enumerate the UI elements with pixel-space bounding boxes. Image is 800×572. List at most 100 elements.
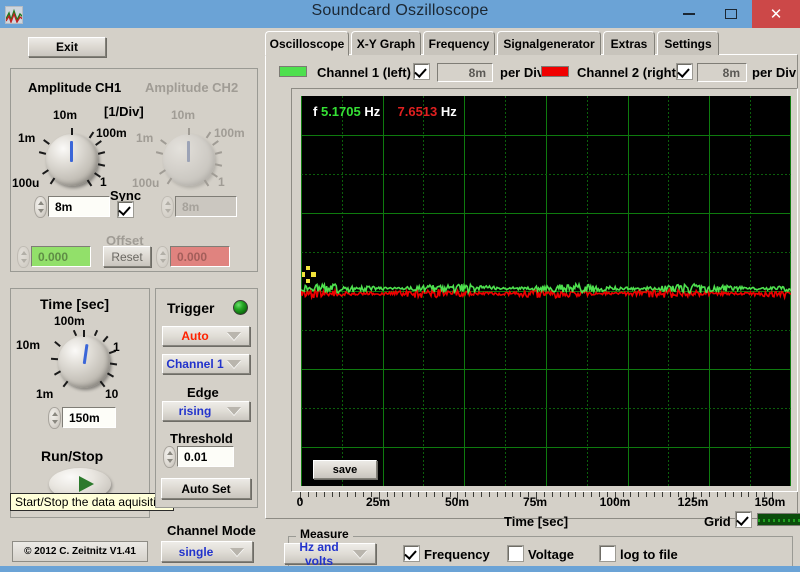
xtick-150m: 150m [754,495,786,509]
amp-ch2-tick-1m: 1m [136,131,154,145]
trigger-source-value: Channel 1 [166,357,224,371]
amplitude-ch1-value: 8m [55,199,73,214]
amp-ch1-tick-100m: 100m [96,126,127,140]
amplitude-ch2-spinner[interactable] [161,196,174,218]
runstop-tooltip: Start/Stop the data aquisition [10,493,175,511]
measure-mode-combo[interactable]: Hz and volts [284,540,376,568]
offset-ch1-value: 0.000 [38,249,69,264]
time-axis-labels: 0 25m 50m 75m 100m 125m 150m [265,495,798,511]
threshold-field[interactable]: 0.01 [177,446,234,467]
scope-bezel: f 5.1705 Hz 7.6513 Hz save [291,88,798,492]
tab-settings[interactable]: Settings [657,31,719,55]
trigger-edge-value: rising [178,404,212,418]
threshold-label: Threshold [170,431,233,446]
offset-ch1-spinner[interactable] [17,246,30,268]
amp-ch2-tick-10m: 10m [171,108,196,122]
channel1-perdiv-label: per Div [500,65,545,80]
time-field[interactable]: 150m [62,407,116,428]
tab-frequency[interactable]: Frequency [423,31,495,55]
time-spinner[interactable] [48,407,61,429]
xtick-75m: 75m [522,495,548,509]
chevron-down-icon [227,332,241,340]
trigger-edge-combo[interactable]: rising [162,401,250,421]
chevron-down-icon [353,549,367,558]
log-to-file-checkbox[interactable] [599,545,616,562]
time-tick-1m: 1m [36,387,54,401]
amp-ch2-tick-1: 1 [218,175,225,189]
amplitude-ch1-field[interactable]: 8m [48,196,110,217]
trigger-title: Trigger [167,300,215,316]
amp-ch1-tick-1: 1 [100,175,107,189]
runstop-label: Run/Stop [41,448,104,464]
tab-xy-graph[interactable]: X-Y Graph [351,31,421,55]
chevron-down-icon [230,547,244,556]
minimize-button[interactable] [668,0,710,28]
application-window: Soundcard Oszilloscope ✕ Exit Amplitude … [0,0,800,572]
sync-label: Sync [110,188,142,203]
copyright-label: © 2012 C. Zeitnitz V1.41 [12,541,148,562]
tab-signalgenerator[interactable]: Signalgenerator [497,31,601,55]
amp-ch1-tick-1m: 1m [18,131,36,145]
close-button[interactable]: ✕ [752,0,800,28]
trigger-mode-combo[interactable]: Auto [162,326,250,346]
title-bar: Soundcard Oszilloscope ✕ [0,0,800,28]
tab-oscilloscope[interactable]: Oscilloscope [265,31,349,56]
channel-mode-value: single [178,544,214,559]
grid-checkbox[interactable] [735,511,752,528]
grid-label: Grid [704,514,731,529]
amp-ch2-tick-100m: 100m [214,126,245,140]
scope-display[interactable]: f 5.1705 Hz 7.6513 Hz save [301,96,791,486]
window-controls: ✕ [668,0,800,28]
auto-set-button[interactable]: Auto Set [161,478,251,499]
offset-ch2-value: 0.000 [177,249,208,264]
grid-color-swatch[interactable] [757,513,800,526]
offset-reset-button[interactable]: Reset [103,246,151,267]
time-tick-10m: 10m [16,338,41,352]
xtick-0: 0 [296,495,304,509]
offset-ch2-spinner[interactable] [156,246,169,268]
measure-mode-value: Hz and volts [299,539,339,568]
time-tick-1: 1 [113,340,120,354]
trigger-source-combo[interactable]: Channel 1 [162,354,250,374]
xtick-125m: 125m [677,495,709,509]
channel-mode-combo[interactable]: single [161,541,253,562]
tab-extras[interactable]: Extras [603,31,655,55]
time-tick-100m: 100m [54,314,85,328]
xtick-100m: 100m [599,495,631,509]
sync-checkbox[interactable] [117,201,134,218]
channel2-enable-checkbox[interactable] [676,63,693,80]
channel1-perdiv-field[interactable]: 8m [437,63,493,82]
threshold-spinner[interactable] [163,446,176,468]
time-title: Time [sec] [40,296,109,312]
frequency-checkbox[interactable] [403,545,420,562]
frequency-label: Frequency [424,547,490,562]
xtick-25m: 25m [365,495,391,509]
offset-ch1-field[interactable]: 0.000 [31,246,91,267]
amp-ch2-tick-100u: 100u [132,176,160,190]
voltage-label: Voltage [528,547,574,562]
amplitude-ch2-field[interactable]: 8m [175,196,237,217]
exit-button[interactable]: Exit [28,37,106,57]
voltage-checkbox[interactable] [507,545,524,562]
offset-ch2-field[interactable]: 0.000 [170,246,230,267]
amp-ch1-tick-100u: 100u [12,176,40,190]
amplitude-ch2-value: 8m [182,199,200,214]
trigger-led [233,300,248,315]
channel2-perdiv-label: per Div [752,65,797,80]
channel2-perdiv-value: 8m [722,65,740,80]
close-icon: ✕ [769,5,783,23]
xtick-50m: 50m [444,495,470,509]
amplitude-ch1-spinner[interactable] [34,196,47,218]
save-button[interactable]: save [313,460,377,479]
maximize-button[interactable] [710,0,752,28]
channel2-color-swatch [541,66,569,77]
status-bar [0,566,800,572]
channel1-label: Channel 1 (left) [317,65,411,80]
tab-strip: Oscilloscope X-Y Graph Frequency Signalg… [265,31,798,56]
channel1-enable-checkbox[interactable] [413,63,430,80]
log-to-file-label: log to file [620,547,678,562]
time-value: 150m [69,410,100,425]
channel1-color-swatch [279,66,307,77]
time-tick-10: 10 [105,387,119,401]
channel2-perdiv-field[interactable]: 8m [697,63,747,82]
